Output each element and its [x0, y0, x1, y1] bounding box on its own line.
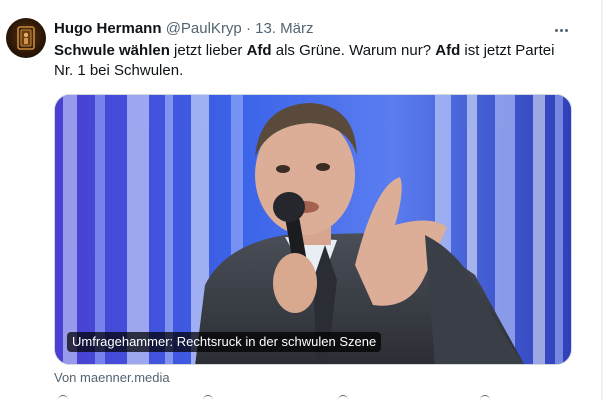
text-segment: Schwule wählen	[54, 42, 170, 59]
tweet-header: Hugo Hermann @PaulKryp · 13. März	[54, 19, 313, 39]
tweet-date[interactable]: 13. März	[255, 20, 313, 37]
avatar[interactable]	[6, 18, 46, 58]
separator: ·	[245, 20, 251, 37]
tweet-text: Schwule wählen jetzt lieber Afd als Grün…	[54, 41, 574, 81]
text-segment: als Grüne. Warum nur?	[271, 42, 436, 59]
author-handle[interactable]: @PaulKryp	[166, 20, 242, 37]
text-segment: jetzt lieber	[169, 42, 247, 59]
views-icon[interactable]	[480, 395, 490, 401]
reply-icon[interactable]	[58, 395, 68, 401]
column-divider	[601, 0, 603, 400]
link-card-title: Umfragehammer: Rechtsruck in der schwule…	[67, 332, 382, 352]
author-name[interactable]: Hugo Hermann	[54, 20, 162, 37]
retweet-icon[interactable]	[203, 395, 213, 401]
like-icon[interactable]	[338, 395, 348, 401]
link-card-image[interactable]: Umfragehammer: Rechtsruck in der schwule…	[54, 94, 572, 365]
text-segment: Afd	[246, 42, 272, 59]
text-segment: Afd	[435, 42, 461, 59]
more-dots-icon[interactable]	[549, 18, 573, 42]
link-card-source[interactable]: Von maenner.media	[54, 370, 170, 386]
